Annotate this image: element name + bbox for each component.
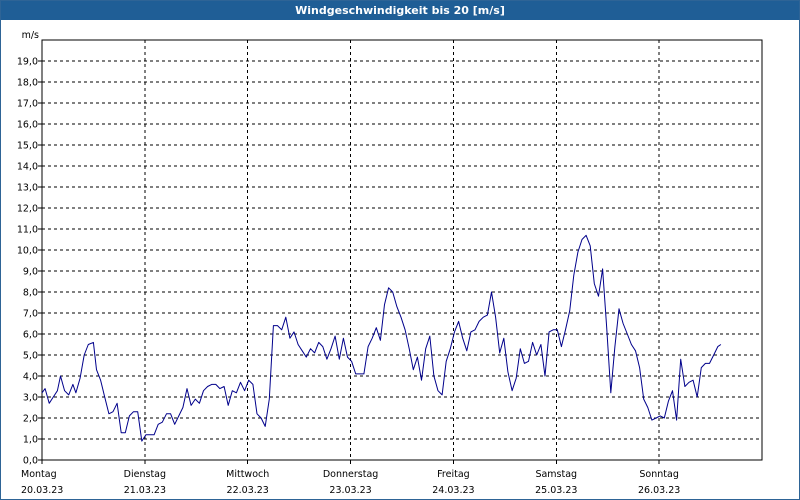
x-tick-date: 21.03.23: [124, 485, 166, 496]
x-tick-day: Mittwoch: [226, 469, 269, 480]
y-tick-label: 5,0: [23, 351, 38, 362]
y-tick-label: 13,0: [17, 183, 38, 194]
y-tick-label: 1,0: [23, 435, 38, 446]
x-tick-date: 25.03.23: [535, 485, 577, 496]
x-tick-date: 23.03.23: [329, 485, 371, 496]
x-tick-day: Samstag: [535, 469, 577, 480]
y-tick-label: 19,0: [17, 57, 38, 68]
y-tick-label: 16,0: [17, 120, 38, 131]
y-tick-label: 7,0: [23, 309, 38, 320]
chart-window: Windgeschwindigkeit bis 20 [m/s] 0,0 1,0 2…: [0, 0, 800, 500]
x-tick-date: 24.03.23: [432, 485, 474, 496]
x-tick-date: 22.03.23: [227, 485, 269, 496]
y-tick-label: 18,0: [17, 78, 38, 89]
y-tick-label: 17,0: [17, 99, 38, 110]
y-tick-label: 10,0: [17, 246, 38, 257]
y-tick-label: 4,0: [23, 372, 38, 383]
y-tick-label: 0,0: [23, 456, 38, 467]
y-tick-label: 3,0: [23, 393, 38, 404]
x-tick-date: 26.03.23: [638, 485, 680, 496]
x-tick-day: Dienstag: [124, 469, 166, 480]
y-tick-label: 9,0: [23, 267, 38, 278]
y-tick-label: 14,0: [17, 162, 38, 173]
x-tick-day: Sonntag: [639, 469, 678, 480]
x-tick-date: 20.03.23: [21, 485, 63, 496]
y-tick-label: 12,0: [17, 204, 38, 215]
y-tick-label: 2,0: [23, 414, 38, 425]
series-line-wind-speed: [41, 234, 722, 442]
x-tick-day: Montag: [21, 469, 57, 480]
y-tick-label: 11,0: [17, 225, 38, 236]
y-tick-label: 6,0: [23, 330, 38, 341]
y-axis-label: m/s: [22, 30, 39, 41]
y-tick-label: 15,0: [17, 141, 38, 152]
x-tick-day: Donnerstag: [323, 469, 378, 480]
wind-speed-chart: 0,0 1,0 2,0 3,0 4,0 5,0 6,0 7,0 8,0 9,0 10,0 11,0 12…: [17, 30, 763, 496]
y-tick-label: 8,0: [23, 288, 38, 299]
x-tick-day: Freitag: [437, 469, 470, 480]
